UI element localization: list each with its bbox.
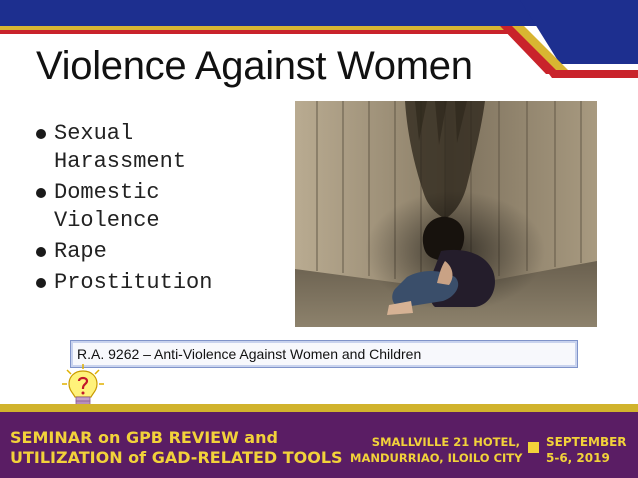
footer-gold-line: [0, 404, 638, 412]
woman-in-corner-photo: [295, 101, 597, 327]
slide-title: Violence Against Women: [36, 44, 473, 88]
bullet-item-rape: Rape: [36, 238, 286, 266]
slide: Violence Against Women Sexual Harassment…: [0, 0, 638, 478]
seminar-title-line1: SEMINAR on GPB REVIEW and: [10, 428, 278, 447]
bullet-list: Sexual Harassment Domestic Violence Rape…: [36, 120, 286, 300]
bullet-text: Sexual: [54, 121, 134, 146]
date-line2: 5-6, 2019: [546, 451, 610, 465]
venue-line2: MANDURRIAO, ILOILO CITY: [350, 451, 523, 465]
seminar-title: SEMINAR on GPB REVIEW and UTILIZATION of…: [10, 428, 343, 468]
bullet-text: Harassment: [54, 149, 187, 174]
bullet-item-sexual-harassment: Sexual Harassment: [36, 120, 286, 176]
bullet-dot-icon: [36, 129, 46, 139]
venue-text: SMALLVILLE 21 HOTEL, MANDURRIAO, ILOILO …: [350, 434, 523, 466]
bullet-text: Domestic: [54, 180, 160, 205]
venue-line1: SMALLVILLE 21 HOTEL,: [371, 435, 520, 449]
square-separator-icon: [528, 442, 539, 453]
bullet-text: Violence: [54, 208, 160, 233]
bullet-dot-icon: [36, 278, 46, 288]
seminar-title-line2: UTILIZATION of GAD-RELATED TOOLS: [10, 448, 343, 467]
law-caption-text: R.A. 9262 – Anti-Violence Against Women …: [77, 346, 422, 362]
date-text: SEPTEMBER 5-6, 2019: [546, 434, 627, 466]
bullet-item-domestic-violence: Domestic Violence: [36, 179, 286, 235]
date-line1: SEPTEMBER: [546, 435, 627, 449]
law-caption-box: R.A. 9262 – Anti-Violence Against Women …: [70, 340, 578, 368]
bullet-dot-icon: [36, 188, 46, 198]
bullet-text: Prostitution: [54, 270, 213, 295]
bullet-item-prostitution: Prostitution: [36, 269, 286, 297]
bullet-text: Rape: [54, 239, 107, 264]
bullet-dot-icon: [36, 247, 46, 257]
